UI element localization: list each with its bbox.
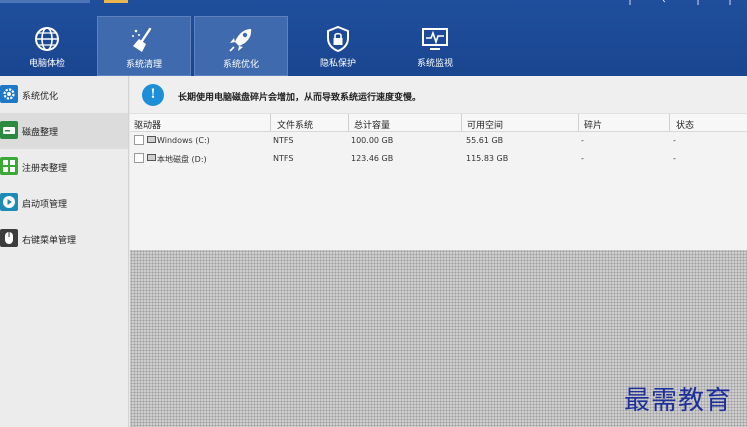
mouse-icon (0, 228, 18, 248)
column-header-free[interactable]: 可用空间 (467, 118, 503, 131)
drive-fragment: - (581, 154, 584, 163)
tab-system-optimize[interactable]: 系统优化 (194, 16, 288, 76)
gear-icon (0, 84, 18, 104)
monitor-pulse-icon (388, 25, 482, 53)
tab-pc-checkup[interactable]: 电脑体检 (0, 16, 94, 76)
top-navigation-bar: | ‹ | | 电脑体检 系统清理 系统优化 隐私保护 系统监视 (0, 0, 747, 76)
column-header-fragment[interactable]: 碎片 (584, 118, 602, 131)
column-header-drive[interactable]: 驱动器 (134, 118, 161, 131)
tab-system-cleanup[interactable]: 系统清理 (97, 16, 191, 76)
tab-system-monitor[interactable]: 系统监视 (388, 16, 482, 76)
info-icon: ! (142, 84, 164, 106)
sidebar-item-system-optimize[interactable]: 系统优化 (0, 77, 128, 113)
disk-icon (0, 120, 18, 140)
maximize-button[interactable]: | (690, 0, 706, 6)
sidebar-item-label: 注册表整理 (22, 164, 68, 174)
sidebar-item-label: 磁盘整理 (22, 128, 59, 138)
column-header-total[interactable]: 总计容量 (354, 118, 390, 131)
sidebar-item-disk-defrag[interactable]: 磁盘整理 (0, 113, 128, 149)
tab-privacy-protection[interactable]: 隐私保护 (291, 16, 385, 76)
column-header-status[interactable]: 状态 (676, 118, 694, 131)
row-checkbox[interactable] (134, 153, 144, 163)
table-row[interactable]: Windows (C:) NTFS 100.00 GB 55.61 GB - - (130, 131, 747, 149)
drive-icon (147, 154, 156, 161)
column-divider[interactable] (270, 114, 271, 131)
tab-label: 系统清理 (125, 60, 162, 70)
tab-label: 系统优化 (222, 60, 259, 70)
info-message: 长期使用电脑磁盘碎片会增加，从而导致系统运行速度变慢。 (178, 93, 422, 103)
column-divider[interactable] (461, 114, 462, 131)
sidebar-item-label: 右键菜单管理 (22, 236, 77, 246)
table-row[interactable]: 本地磁盘 (D:) NTFS 123.46 GB 115.83 GB - - (130, 149, 747, 167)
column-divider[interactable] (578, 114, 579, 131)
shield-lock-icon (291, 25, 385, 53)
sidebar-item-label: 系统优化 (22, 92, 59, 102)
row-checkbox[interactable] (134, 135, 144, 145)
drive-filesystem: NTFS (273, 136, 294, 145)
sidebar-item-label: 启动项管理 (22, 200, 68, 210)
drive-name: Windows (C:) (157, 136, 210, 145)
app-logo (0, 0, 90, 3)
column-header-filesystem[interactable]: 文件系统 (277, 118, 313, 131)
restore-button[interactable]: ‹ (656, 0, 672, 6)
drive-fragment: - (581, 136, 584, 145)
watermark-text: 最需教育 (624, 386, 733, 416)
column-divider[interactable] (348, 114, 349, 131)
info-banner: ! 长期使用电脑磁盘碎片会增加，从而导致系统运行速度变慢。 (130, 76, 747, 113)
tab-label: 隐私保护 (319, 59, 356, 69)
rocket-icon (195, 26, 287, 54)
sidebar-item-startup-manager[interactable]: 启动项管理 (0, 185, 128, 221)
title-strip: | ‹ | | (0, 0, 747, 6)
drive-name: 本地磁盘 (D:) (157, 155, 207, 164)
drive-filesystem: NTFS (273, 154, 294, 163)
close-button[interactable]: | (722, 0, 738, 6)
drive-status: - (673, 136, 676, 145)
column-divider[interactable] (669, 114, 670, 131)
globe-scan-icon (0, 25, 94, 53)
sidebar-item-context-menu-manager[interactable]: 右键菜单管理 (0, 221, 128, 257)
tab-label: 电脑体检 (28, 59, 65, 69)
broom-icon (98, 26, 190, 54)
sidebar-item-registry-cleanup[interactable]: 注册表整理 (0, 149, 128, 185)
sidebar: 系统优化 磁盘整理 注册表整理 启动项管理 右键菜单管理 (0, 76, 129, 427)
registry-grid-icon (0, 156, 18, 176)
drive-free: 55.61 GB (466, 136, 504, 145)
drive-status: - (673, 154, 676, 163)
title-badge (104, 0, 128, 3)
drive-total: 123.46 GB (351, 154, 394, 163)
minimize-button[interactable]: | (622, 0, 638, 6)
drive-free: 115.83 GB (466, 154, 509, 163)
drive-table: 驱动器 文件系统 总计容量 可用空间 碎片 状态 Windows (C:) NT… (130, 113, 747, 250)
drive-icon (147, 136, 156, 143)
drive-total: 100.00 GB (351, 136, 394, 145)
tab-label: 系统监视 (416, 59, 453, 69)
table-header: 驱动器 文件系统 总计容量 可用空间 碎片 状态 (130, 113, 747, 132)
play-circle-icon (0, 192, 18, 212)
